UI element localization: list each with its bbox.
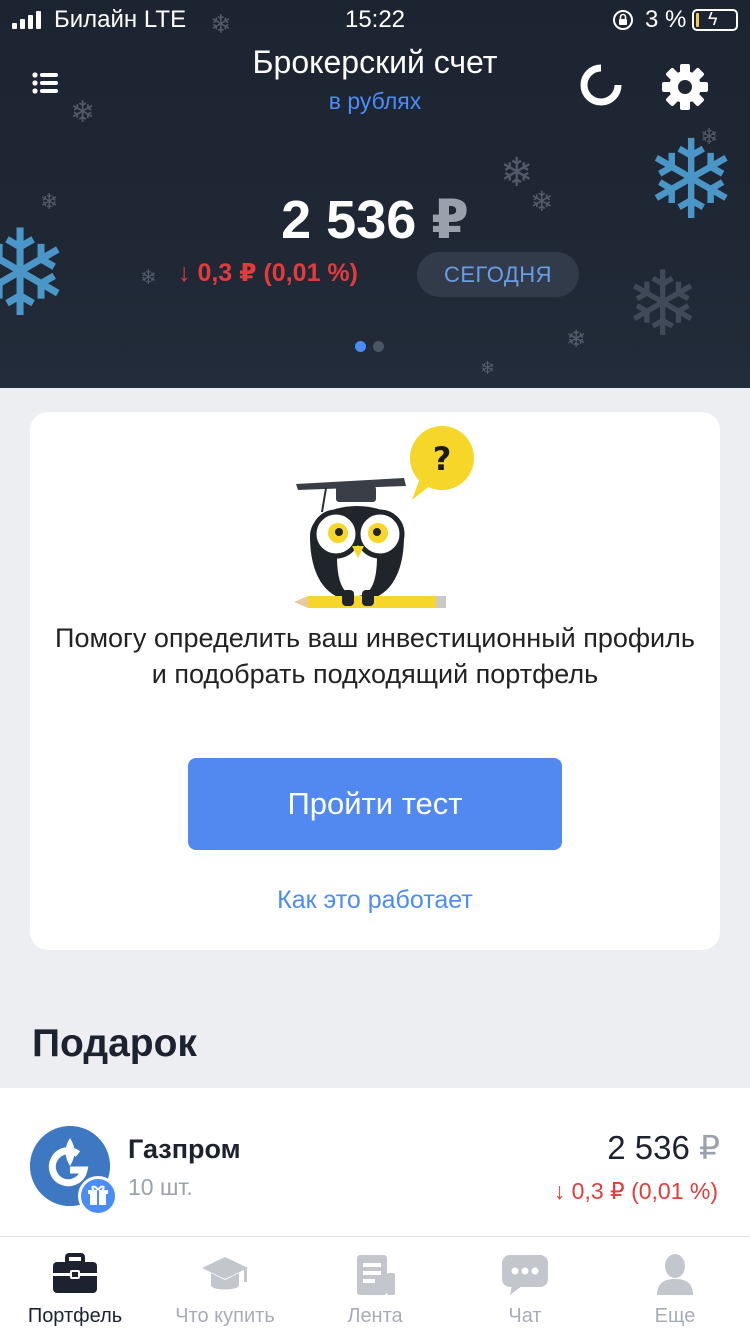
- rotation-lock-icon: [613, 10, 633, 30]
- snowflake-icon: ❄: [625, 252, 701, 357]
- chat-icon: [502, 1255, 548, 1295]
- page-indicator: [355, 341, 384, 352]
- balance-currency: ₽: [431, 190, 469, 250]
- tab-label: Портфель: [27, 1305, 123, 1327]
- page-title: Брокерский счет: [252, 44, 498, 80]
- person-icon: [657, 1254, 693, 1295]
- currency-selector[interactable]: в рублях: [0, 88, 750, 115]
- tab-label: Чат: [508, 1305, 542, 1327]
- asset-name: Газпром: [128, 1134, 241, 1164]
- battery-icon: ϟ: [692, 9, 738, 31]
- tab-label: Лента: [347, 1305, 403, 1327]
- asset-row-gazprom[interactable]: Газпром 10 шт. 2 536 ₽ ↓ 0,3 ₽ (0,01 %): [0, 1088, 750, 1236]
- clock: 15:22: [344, 6, 406, 33]
- svg-text:?: ?: [433, 440, 452, 478]
- page-dot: [355, 341, 366, 352]
- gift-icon: [78, 1176, 118, 1216]
- tab-feed[interactable]: Лента: [300, 1237, 450, 1334]
- tab-what-to-buy[interactable]: Что купить: [150, 1237, 300, 1334]
- feed-icon: [357, 1255, 395, 1295]
- snowflake-icon: ❄: [566, 325, 587, 353]
- page-dot: [373, 341, 384, 352]
- period-selector-button[interactable]: СЕГОДНЯ: [417, 252, 579, 297]
- settings-button[interactable]: [660, 62, 710, 112]
- battery-percent: 3 %: [645, 6, 687, 33]
- snowflake-icon: ❄: [480, 358, 496, 379]
- briefcase-icon: [53, 1253, 97, 1293]
- graduation-cap-icon: [202, 1257, 248, 1290]
- status-bar: Билайн LTE 15:22 3 % ϟ: [0, 0, 750, 40]
- card-description: Помогу определить ваш инвестиционный про…: [55, 623, 695, 689]
- asset-price: 2 536 ₽: [607, 1128, 720, 1167]
- refresh-button[interactable]: [578, 62, 624, 108]
- asset-quantity: 10 шт.: [128, 1174, 193, 1200]
- account-header: ❄ ❄ ❄ ❄ ❄ ❄ ❄ ❄ ❄ ❄ ❄ ❄ Билайн LTE 15:22…: [0, 0, 750, 388]
- tab-chat[interactable]: Чат: [450, 1237, 600, 1334]
- tab-more[interactable]: Еще: [600, 1237, 750, 1334]
- how-it-works-link[interactable]: Как это работает: [30, 886, 720, 915]
- take-test-button[interactable]: Пройти тест: [188, 758, 562, 850]
- balance-change: ↓ 0,3 ₽ (0,01 %): [178, 259, 358, 287]
- asset-price-value: 2 536: [607, 1129, 690, 1166]
- investment-profile-card: ? Помогу определить ваш инвестиционный п…: [30, 412, 720, 950]
- tab-label: Что купить: [175, 1305, 275, 1327]
- portfolio-balance: 2 536 ₽: [0, 188, 750, 251]
- asset-change: ↓ 0,3 ₽ (0,01 %): [553, 1178, 718, 1204]
- tab-bar: Портфель Что купить Лента Чат Еще: [0, 1236, 750, 1334]
- snowflake-icon: ❄: [140, 265, 157, 289]
- section-title-gift: Подарок: [32, 1022, 197, 1065]
- tab-label: Еще: [654, 1305, 696, 1327]
- owl-mascot-icon: ?: [294, 426, 474, 608]
- tab-portfolio[interactable]: Портфель: [0, 1237, 150, 1334]
- balance-value: 2 536: [281, 190, 417, 250]
- asset-price-currency: ₽: [699, 1129, 720, 1166]
